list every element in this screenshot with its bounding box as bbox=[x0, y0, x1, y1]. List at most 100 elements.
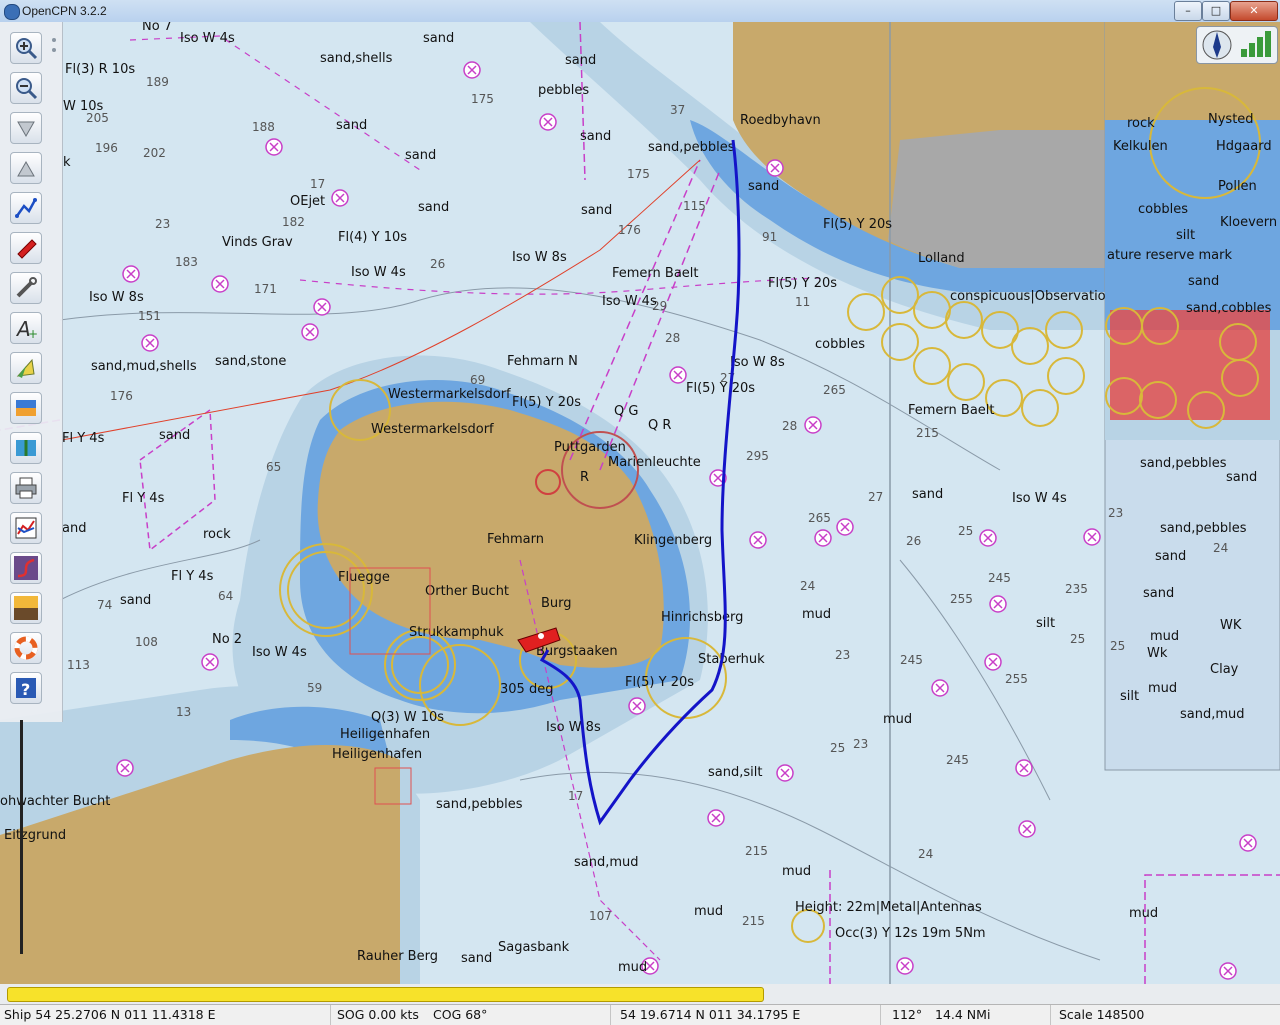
mob-button[interactable] bbox=[10, 632, 42, 664]
buoy-x-icon[interactable] bbox=[836, 518, 854, 536]
buoy-x-icon[interactable] bbox=[141, 334, 159, 352]
chart-label: Femern Baelt bbox=[908, 403, 995, 418]
chart-label: Height: 22m|Metal|Antennas bbox=[795, 900, 982, 915]
toolbar-grip[interactable] bbox=[52, 48, 56, 52]
track-button[interactable] bbox=[10, 552, 42, 584]
depth-sounding: 23 bbox=[835, 648, 850, 662]
buoy-x-icon[interactable] bbox=[463, 61, 481, 79]
depth-sounding: 25 bbox=[1070, 632, 1085, 646]
wind-turbine-icon[interactable] bbox=[913, 347, 951, 385]
zoom-in-button[interactable] bbox=[10, 32, 42, 64]
buoy-x-icon[interactable] bbox=[707, 809, 725, 827]
buoy-x-icon[interactable] bbox=[122, 265, 140, 283]
color-scheme-button[interactable] bbox=[10, 592, 42, 624]
buoy-x-icon[interactable] bbox=[766, 159, 784, 177]
wind-turbine-icon[interactable] bbox=[847, 293, 885, 331]
chart-label: sand bbox=[580, 129, 611, 144]
depth-sounding: 175 bbox=[471, 92, 494, 106]
ship-position: Ship 54 25.2706 N 011 11.4318 E bbox=[4, 1007, 216, 1022]
depth-sounding: 183 bbox=[175, 255, 198, 269]
settings-button[interactable] bbox=[10, 272, 42, 304]
show-tides-icon bbox=[16, 400, 36, 416]
buoy-x-icon[interactable] bbox=[984, 653, 1002, 671]
buoy-x-icon[interactable] bbox=[265, 138, 283, 156]
chart-label: Iso W 8s bbox=[89, 290, 144, 305]
chart-label: sand,mud bbox=[574, 855, 639, 870]
text-overlay-button[interactable]: A + bbox=[10, 312, 42, 344]
chart-label: sand bbox=[748, 179, 779, 194]
cursor-bearing: 112° bbox=[892, 1007, 923, 1022]
show-currents-button[interactable] bbox=[10, 432, 42, 464]
buoy-x-icon[interactable] bbox=[116, 759, 134, 777]
buoy-x-icon[interactable] bbox=[989, 595, 1007, 613]
route-manager-button[interactable] bbox=[10, 512, 42, 544]
depth-sounding: 245 bbox=[900, 653, 923, 667]
maximize-button[interactable]: □ bbox=[1202, 1, 1230, 21]
zoom-out-button[interactable] bbox=[10, 72, 42, 104]
buoy-x-icon[interactable] bbox=[1018, 820, 1036, 838]
chart-canvas[interactable]: 189 205 188 196 202 175 17 182 23 183 26 171 151 175 1… bbox=[0, 22, 1280, 984]
chart-label: Kelkulen bbox=[1113, 139, 1168, 154]
buoy-x-icon[interactable] bbox=[539, 113, 557, 131]
depth-sounding: 28 bbox=[782, 419, 797, 433]
print-button[interactable] bbox=[10, 472, 42, 504]
buoy-x-icon[interactable] bbox=[931, 679, 949, 697]
zoom-in-icon bbox=[16, 38, 38, 60]
help-button[interactable]: ? bbox=[10, 672, 42, 704]
buoy-x-icon[interactable] bbox=[1239, 834, 1257, 852]
compass-widget[interactable] bbox=[1196, 26, 1278, 64]
chart-label: Klingenberg bbox=[634, 533, 712, 548]
buoy-x-icon[interactable] bbox=[979, 529, 997, 547]
buoy-x-icon[interactable] bbox=[313, 298, 331, 316]
chart-label: WK bbox=[1220, 618, 1242, 633]
toolbar-grip[interactable] bbox=[52, 38, 56, 42]
show-tides-button[interactable] bbox=[10, 392, 42, 424]
wind-turbine-icon[interactable] bbox=[881, 323, 919, 361]
chart-scale-bar bbox=[20, 720, 23, 954]
chart-label: Fl Y 4s bbox=[122, 491, 165, 506]
depth-sounding: 196 bbox=[95, 141, 118, 155]
buoy-x-icon[interactable] bbox=[776, 764, 794, 782]
current-tide-button[interactable] bbox=[10, 352, 42, 384]
scale-up-button[interactable] bbox=[10, 152, 42, 184]
scale-down-button[interactable] bbox=[10, 112, 42, 144]
buoy-x-icon[interactable] bbox=[628, 697, 646, 715]
chart-label: Fl(5) Y 20s bbox=[686, 381, 755, 396]
auto-follow-button[interactable] bbox=[10, 232, 42, 264]
chart-label: Eitzgrund bbox=[4, 828, 66, 843]
route-button[interactable] bbox=[10, 192, 42, 224]
depth-sounding: 108 bbox=[135, 635, 158, 649]
chart-label: mud bbox=[802, 607, 831, 622]
chart-label: Marienleuchte bbox=[608, 455, 701, 470]
text-overlay-icon: A+ bbox=[15, 317, 38, 340]
scale-down-icon bbox=[17, 121, 35, 138]
buoy-x-icon[interactable] bbox=[201, 653, 219, 671]
wind-turbine-icon[interactable] bbox=[1021, 389, 1059, 427]
buoy-x-icon[interactable] bbox=[804, 416, 822, 434]
minimize-button[interactable]: – bbox=[1174, 1, 1202, 21]
buoy-x-icon[interactable] bbox=[1219, 962, 1237, 980]
wind-turbine-icon[interactable] bbox=[1047, 357, 1085, 395]
buoy-x-icon[interactable] bbox=[211, 275, 229, 293]
wind-turbine-icon[interactable] bbox=[947, 363, 985, 401]
buoy-x-icon[interactable] bbox=[331, 189, 349, 207]
depth-sounding: 59 bbox=[307, 681, 322, 695]
chart-label: Iso W 4s bbox=[602, 294, 657, 309]
chart-label: Fl(5) Y 20s bbox=[823, 217, 892, 232]
buoy-x-icon[interactable] bbox=[1083, 528, 1101, 546]
nautical-chart[interactable]: 189205188196 2021751718223183 261711511751… bbox=[0, 22, 1280, 984]
chart-label: Q R bbox=[648, 418, 671, 433]
buoy-x-icon[interactable] bbox=[1015, 759, 1033, 777]
chart-label: sand,mud,shells bbox=[91, 359, 197, 374]
chart-bar-fill[interactable] bbox=[7, 987, 764, 1002]
buoy-x-icon[interactable] bbox=[669, 366, 687, 384]
chart-label: mud bbox=[1148, 681, 1177, 696]
buoy-x-icon[interactable] bbox=[301, 323, 319, 341]
buoy-x-icon[interactable] bbox=[814, 529, 832, 547]
chart-bar[interactable] bbox=[0, 984, 1280, 1004]
close-button[interactable]: ✕ bbox=[1230, 1, 1278, 21]
chart-label: Femern Baelt bbox=[612, 266, 699, 281]
buoy-x-icon[interactable] bbox=[896, 957, 914, 975]
chart-label: rock bbox=[1127, 116, 1155, 131]
buoy-x-icon[interactable] bbox=[749, 531, 767, 549]
